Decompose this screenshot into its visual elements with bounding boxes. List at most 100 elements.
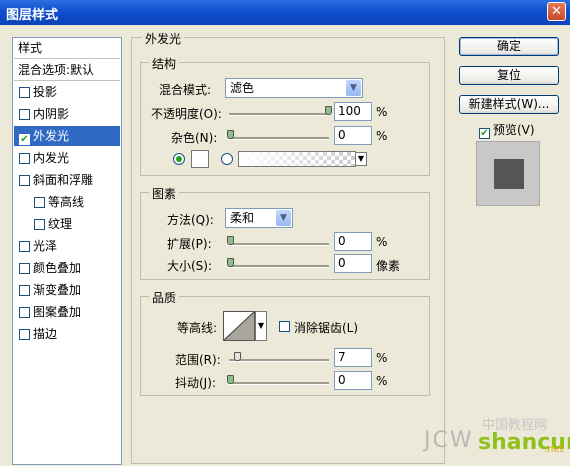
antialias-label: 消除锯齿(L) [294, 321, 359, 335]
gradient-picker[interactable] [238, 151, 356, 167]
style-item-label: 图案叠加 [33, 305, 82, 319]
preview-checkbox[interactable] [479, 128, 490, 139]
style-item[interactable]: 斜面和浮雕 [14, 170, 120, 190]
quality-group: 品质 等高线: ▼ 消除锯齿(L) 范围(R): 7 % 抖动(J): 0 % [140, 289, 430, 396]
style-item-label: 纹理 [48, 217, 73, 231]
noise-input[interactable]: 0 [334, 126, 372, 145]
blend-mode-select[interactable]: 滤色 ▼ [225, 78, 363, 98]
window-title: 图层样式 [6, 8, 59, 23]
size-unit: 像素 [376, 259, 401, 273]
chevron-down-icon: ▼ [276, 210, 291, 226]
preview-swatch [494, 159, 524, 189]
solid-color-radio[interactable] [173, 153, 185, 165]
style-item-checkbox[interactable] [34, 197, 45, 208]
contour-label: 等高线: [177, 321, 218, 335]
layer-style-dialog: 图层样式 ✕ 样式 混合选项:默认 投影内阴影外发光内发光斜面和浮雕等高线纹理光… [0, 0, 570, 466]
noise-slider-thumb[interactable] [227, 130, 234, 139]
style-item-checkbox[interactable] [19, 134, 30, 145]
watermark-left-text: JCW [424, 428, 474, 453]
style-item-label: 外发光 [33, 129, 70, 143]
style-item-checkbox[interactable] [19, 175, 30, 186]
gradient-dropdown-icon[interactable]: ▼ [355, 152, 367, 166]
antialias-checkbox[interactable] [279, 321, 290, 332]
structure-title: 结构 [149, 55, 180, 72]
spread-label: 扩展(P): [167, 237, 212, 251]
chevron-down-icon: ▼ [346, 80, 361, 96]
opacity-unit: % [376, 105, 388, 119]
style-item[interactable]: 纹理 [14, 214, 120, 234]
opacity-slider-thumb[interactable] [325, 106, 332, 115]
style-item-checkbox[interactable] [19, 109, 30, 120]
size-input[interactable]: 0 [334, 254, 372, 273]
elements-title: 图素 [149, 185, 180, 202]
structure-group: 结构 混合模式: 滤色 ▼ 不透明度(O): 100 % 杂色(N): 0 % … [140, 55, 430, 176]
spread-slider[interactable] [227, 236, 329, 246]
opacity-input[interactable]: 100 [334, 102, 372, 121]
glow-color-swatch[interactable] [191, 150, 209, 168]
blend-mode-label: 混合模式: [159, 83, 212, 97]
size-slider-thumb[interactable] [227, 258, 234, 267]
style-item[interactable]: 描边 [14, 324, 120, 344]
contour-picker[interactable] [223, 311, 255, 341]
title-bar[interactable]: 图层样式 ✕ [0, 0, 570, 25]
technique-select[interactable]: 柔和 ▼ [225, 208, 293, 228]
style-item[interactable]: 颜色叠加 [14, 258, 120, 278]
style-preview [476, 141, 540, 206]
style-item[interactable]: 内发光 [14, 148, 120, 168]
style-item-label: 颜色叠加 [33, 261, 82, 275]
style-item-checkbox[interactable] [34, 219, 45, 230]
noise-unit: % [376, 129, 388, 143]
ok-button[interactable]: 确定 [459, 37, 559, 56]
jitter-slider[interactable] [227, 375, 329, 385]
jitter-slider-thumb[interactable] [227, 375, 234, 384]
style-item-checkbox[interactable] [19, 241, 30, 252]
style-item-label: 等高线 [48, 195, 85, 209]
style-item-checkbox[interactable] [19, 263, 30, 274]
style-item[interactable]: 渐变叠加 [14, 280, 120, 300]
quality-title: 品质 [149, 289, 180, 306]
style-item-label: 渐变叠加 [33, 283, 82, 297]
close-icon[interactable]: ✕ [547, 2, 566, 21]
technique-label: 方法(Q): [167, 213, 214, 227]
new-style-button[interactable]: 新建样式(W)... [459, 95, 559, 114]
range-slider-thumb[interactable] [234, 352, 241, 361]
style-item[interactable]: 等高线 [14, 192, 120, 212]
style-item-label: 内发光 [33, 151, 70, 165]
spread-unit: % [376, 235, 388, 249]
noise-slider[interactable] [227, 130, 329, 140]
style-item-label: 光泽 [33, 239, 58, 253]
gradient-radio[interactable] [221, 153, 233, 165]
style-item-checkbox[interactable] [19, 285, 30, 296]
style-item[interactable]: 光泽 [14, 236, 120, 256]
style-item-checkbox[interactable] [19, 153, 30, 164]
styles-header[interactable]: 样式 [14, 38, 120, 59]
style-item-checkbox[interactable] [19, 329, 30, 340]
size-label: 大小(S): [167, 259, 213, 273]
jitter-input[interactable]: 0 [334, 371, 372, 390]
style-item-label: 斜面和浮雕 [33, 173, 94, 187]
spread-input[interactable]: 0 [334, 232, 372, 251]
opacity-slider[interactable] [229, 106, 332, 116]
range-slider[interactable] [229, 352, 329, 362]
outer-glow-panel: 外发光 结构 混合模式: 滤色 ▼ 不透明度(O): 100 % 杂色(N): … [131, 30, 445, 464]
noise-label: 杂色(N): [171, 131, 218, 145]
styles-list: 样式 混合选项:默认 投影内阴影外发光内发光斜面和浮雕等高线纹理光泽颜色叠加渐变… [12, 37, 122, 465]
reset-button[interactable]: 复位 [459, 66, 559, 85]
contour-curve-icon [224, 312, 254, 340]
style-item-label: 内阴影 [33, 107, 70, 121]
style-item[interactable]: 外发光 [14, 126, 120, 146]
style-item[interactable]: 图案叠加 [14, 302, 120, 322]
style-item-label: 投影 [33, 85, 58, 99]
size-slider[interactable] [227, 258, 329, 268]
range-input[interactable]: 7 [334, 348, 372, 367]
style-item-checkbox[interactable] [19, 307, 30, 318]
watermark-suffix: .net [544, 444, 564, 455]
style-item[interactable]: 投影 [14, 82, 120, 102]
spread-slider-thumb[interactable] [227, 236, 234, 245]
range-label: 范围(R): [175, 353, 221, 367]
style-item[interactable]: 内阴影 [14, 104, 120, 124]
blend-options-item[interactable]: 混合选项:默认 [14, 60, 120, 81]
preview-toggle[interactable]: 预览(V) [479, 121, 535, 139]
style-item-checkbox[interactable] [19, 87, 30, 98]
contour-dropdown-icon[interactable]: ▼ [255, 311, 267, 341]
